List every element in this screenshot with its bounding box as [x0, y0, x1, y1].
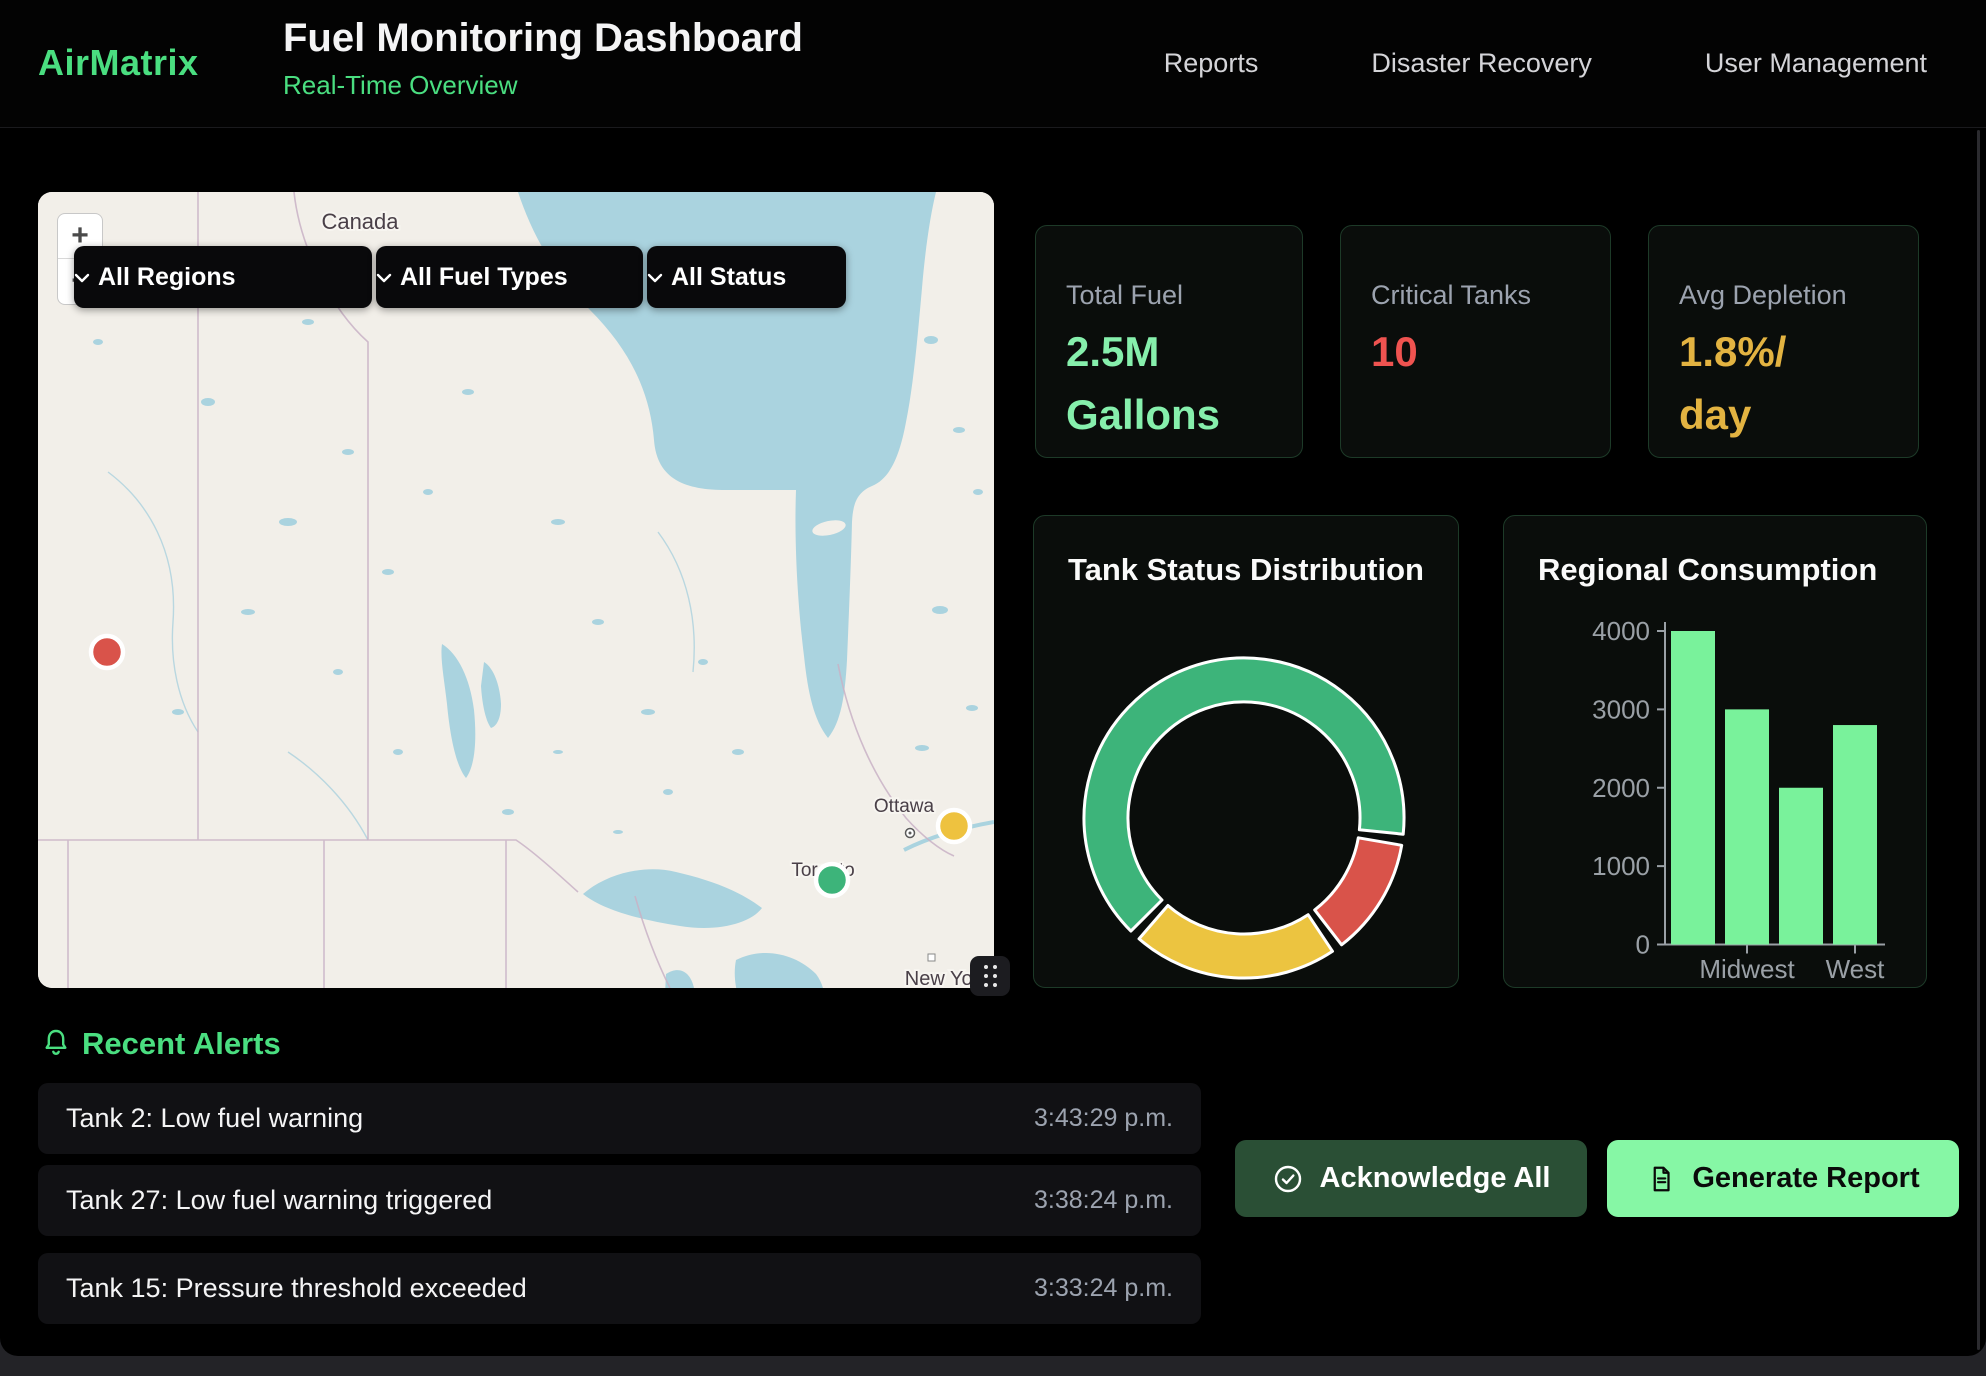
alert-row[interactable]: Tank 15: Pressure threshold exceeded 3:3…	[38, 1253, 1201, 1324]
new-york-town-icon	[928, 954, 935, 961]
chart-title: Regional Consumption	[1538, 552, 1877, 588]
alert-row[interactable]: Tank 27: Low fuel warning triggered 3:38…	[38, 1165, 1201, 1236]
map-marker-critical[interactable]	[91, 636, 123, 668]
stat-value: 1.8%/day	[1679, 320, 1786, 446]
chevron-down-icon	[74, 273, 90, 283]
acknowledge-all-button[interactable]: Acknowledge All	[1235, 1140, 1587, 1217]
bar-2	[1779, 788, 1823, 945]
page-title: Fuel Monitoring Dashboard	[283, 16, 803, 61]
region-filter-dropdown[interactable]: All Regions	[74, 246, 372, 308]
x-axis-label: Midwest	[1699, 954, 1795, 984]
x-axis-label: West	[1826, 954, 1886, 984]
check-circle-icon	[1272, 1163, 1304, 1195]
tank-map[interactable]: Canada Ottawa Toronto New York + − All R…	[38, 192, 994, 988]
nav-reports[interactable]: Reports	[1164, 48, 1259, 79]
stat-value: 10	[1371, 320, 1418, 383]
y-axis-label: 4000	[1592, 616, 1650, 646]
map-label-ottawa: Ottawa	[874, 796, 935, 817]
map-marker-normal[interactable]	[816, 864, 848, 896]
fuel-type-filter-dropdown[interactable]: All Fuel Types	[376, 246, 643, 308]
map-resize-handle-icon[interactable]	[970, 956, 1010, 996]
status-filter-dropdown[interactable]: All Status	[647, 246, 846, 308]
alert-message: Tank 2: Low fuel warning	[66, 1103, 363, 1134]
scrollbar[interactable]	[1977, 130, 1980, 1350]
header: AirMatrix Fuel Monitoring Dashboard Real…	[0, 0, 1986, 128]
stat-card-critical-tanks: Critical Tanks 10	[1340, 225, 1611, 458]
map-marker-warning[interactable]	[938, 810, 970, 842]
map-canvas: Canada Ottawa Toronto New York	[38, 192, 994, 988]
stat-label: Avg Depletion	[1679, 280, 1847, 311]
donut-segment-warning	[1139, 906, 1333, 979]
regional-consumption-chart-card: Regional Consumption 0 1000 2000 3000 4000 Mi…	[1503, 515, 1927, 988]
main-nav: Reports Disaster Recovery User Managemen…	[1164, 0, 1927, 127]
bar-3	[1833, 725, 1877, 944]
stat-label: Critical Tanks	[1371, 280, 1531, 311]
stat-label: Total Fuel	[1066, 280, 1183, 311]
tank-status-chart-card: Tank Status Distribution	[1033, 515, 1459, 988]
chevron-down-icon	[647, 273, 663, 283]
y-axis-label: 2000	[1592, 773, 1650, 803]
stat-card-avg-depletion: Avg Depletion 1.8%/day	[1648, 225, 1919, 458]
document-icon	[1646, 1164, 1676, 1194]
alert-timestamp: 3:38:24 p.m.	[1034, 1186, 1173, 1215]
y-axis-label: 1000	[1592, 851, 1650, 881]
dashboard-root: AirMatrix Fuel Monitoring Dashboard Real…	[0, 0, 1986, 1356]
y-axis-label: 0	[1636, 930, 1650, 960]
alert-message: Tank 27: Low fuel warning triggered	[66, 1185, 492, 1216]
chevron-down-icon	[376, 273, 392, 283]
stat-value: 2.5MGallons	[1066, 320, 1220, 446]
y-axis-label: 3000	[1592, 694, 1650, 724]
generate-report-button[interactable]: Generate Report	[1607, 1140, 1959, 1217]
brand-logo: AirMatrix	[38, 42, 199, 84]
alert-row[interactable]: Tank 2: Low fuel warning 3:43:29 p.m.	[38, 1083, 1201, 1154]
map-label-canada: Canada	[321, 209, 399, 234]
nav-user-management[interactable]: User Management	[1705, 48, 1927, 79]
alert-timestamp: 3:33:24 p.m.	[1034, 1274, 1173, 1303]
alert-timestamp: 3:43:29 p.m.	[1034, 1104, 1173, 1133]
bell-icon	[40, 1027, 72, 1059]
recent-alerts-title: Recent Alerts	[82, 1026, 281, 1062]
page-subtitle: Real-Time Overview	[283, 70, 518, 101]
stat-card-total-fuel: Total Fuel 2.5MGallons	[1035, 225, 1303, 458]
bar-0	[1671, 631, 1715, 945]
bar-1	[1725, 709, 1769, 944]
chart-title: Tank Status Distribution	[1068, 552, 1424, 588]
donut-segment-critical	[1315, 838, 1402, 945]
alert-message: Tank 15: Pressure threshold exceeded	[66, 1273, 527, 1304]
map-filters: All Regions All Fuel Types All Status	[38, 246, 994, 308]
nav-disaster-recovery[interactable]: Disaster Recovery	[1371, 48, 1592, 79]
